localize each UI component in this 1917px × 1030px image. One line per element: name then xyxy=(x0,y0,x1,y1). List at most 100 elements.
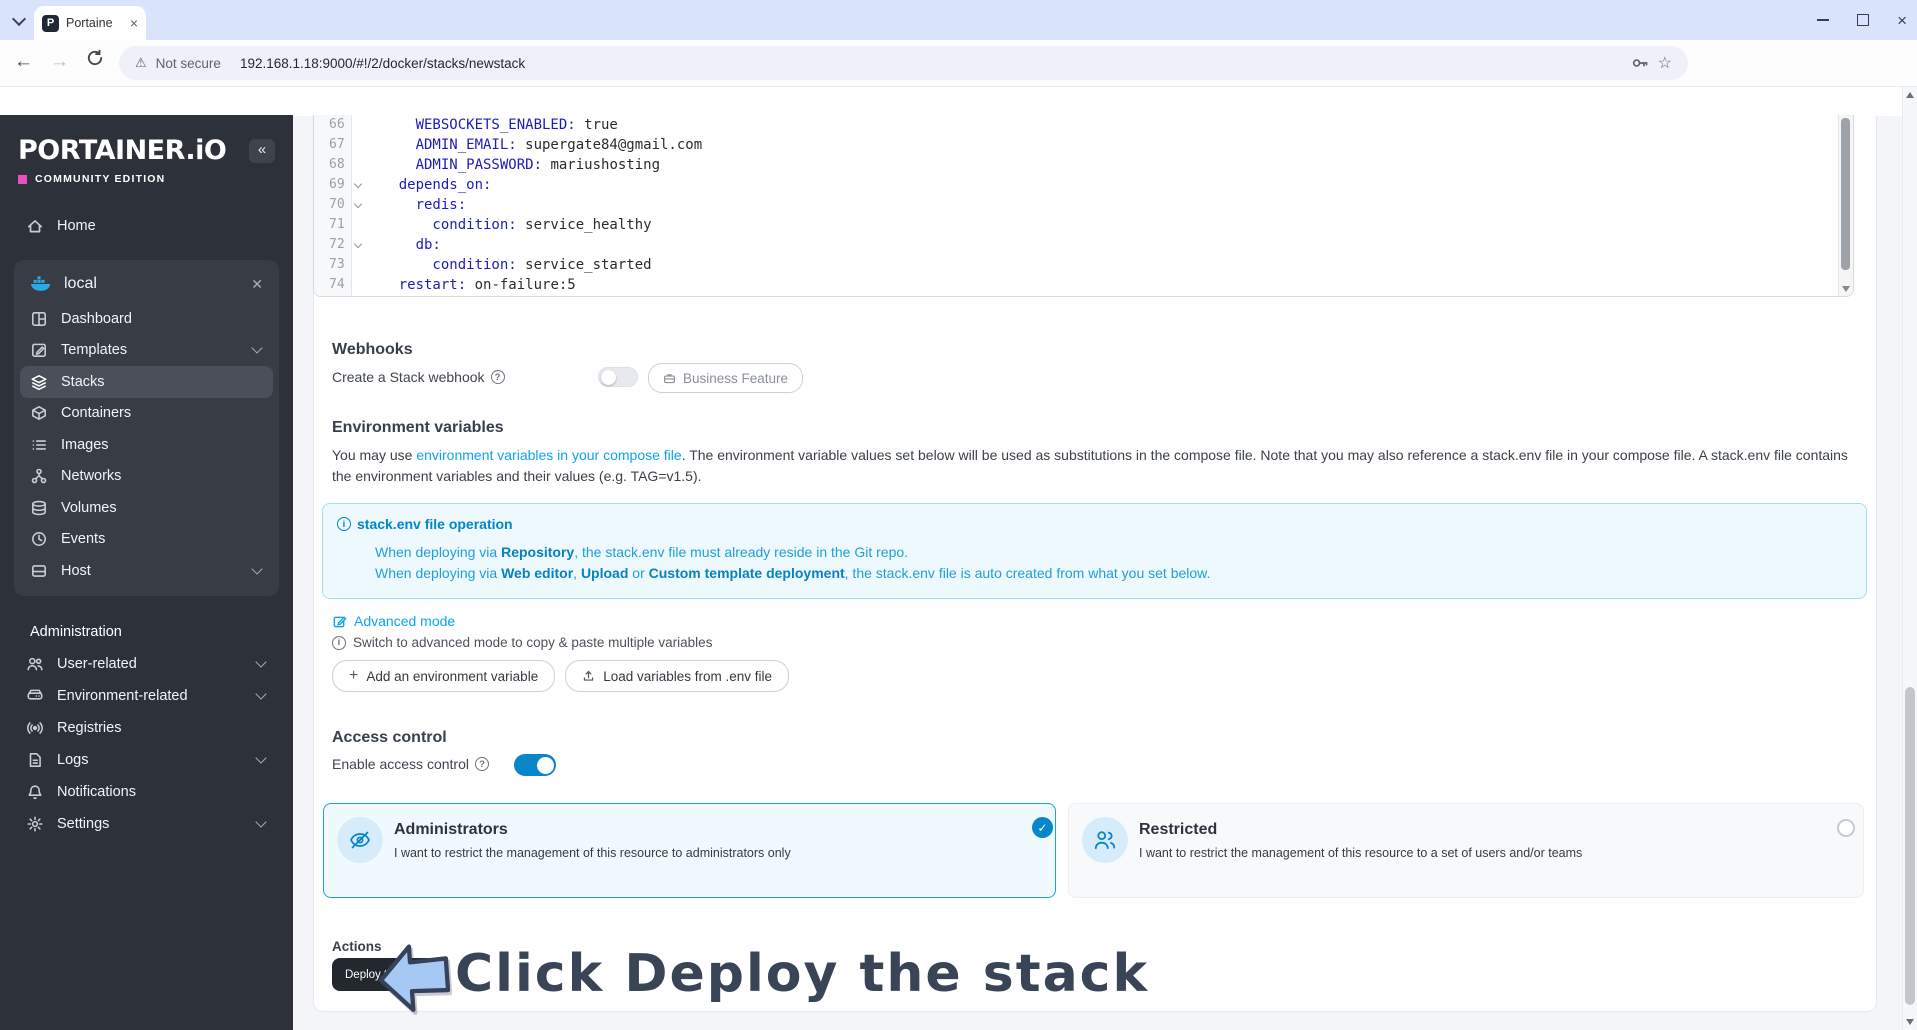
code-line: condition: service_healthy xyxy=(365,217,652,233)
radio-unselected-icon[interactable] xyxy=(1837,819,1855,837)
sidebar-item-user-related[interactable]: User-related xyxy=(14,648,279,680)
editor-scrollbar-thumb[interactable] xyxy=(1841,118,1850,270)
back-icon[interactable]: ← xyxy=(14,51,33,73)
code-line: WEBSOCKETS_ENABLED: true xyxy=(365,117,618,133)
sidebar-item-environment-related[interactable]: Environment-related xyxy=(14,680,279,712)
page-top-band xyxy=(0,87,1902,116)
page-scrollbar[interactable] xyxy=(1902,87,1917,1030)
portainer-logo: PORTAINER.iO xyxy=(18,135,227,166)
add-env-variable-button[interactable]: + Add an environment variable xyxy=(332,660,556,692)
sidebar-item-stacks[interactable]: Stacks xyxy=(20,366,273,398)
restricted-option-card[interactable]: Restricted I want to restrict the manage… xyxy=(1068,803,1864,898)
url-text: 192.168.1.18:9000/#!/2/docker/stacks/new… xyxy=(239,55,526,71)
briefcase-icon xyxy=(663,372,676,385)
code-line: depends_on: xyxy=(365,177,492,193)
window-maximize-icon[interactable] xyxy=(1857,14,1870,26)
networks-icon xyxy=(30,467,48,485)
compose-code-editor[interactable]: 66 WEBSOCKETS_ENABLED: true 67 ADMIN_EMA… xyxy=(313,115,1854,297)
stacks-icon xyxy=(30,373,48,391)
portainer-favicon: P xyxy=(42,14,59,32)
plus-icon: + xyxy=(349,666,359,684)
sidebar-item-logs[interactable]: Logs xyxy=(14,744,279,776)
webhook-toggle-label: Create a Stack webhook? xyxy=(332,369,505,385)
restricted-title: Restricted xyxy=(1139,821,1218,838)
compose-env-vars-link[interactable]: environment variables in your compose fi… xyxy=(416,447,681,463)
environment-close-icon[interactable]: ✕ xyxy=(251,276,263,293)
scroll-up-icon[interactable] xyxy=(1906,92,1914,98)
env-variables-description: You may use environment variables in you… xyxy=(332,447,1848,484)
window-minimize-icon[interactable] xyxy=(1817,19,1830,21)
sidebar-item-events[interactable]: Events xyxy=(20,524,273,556)
stack-env-info-box: i stack.env file operation When deployin… xyxy=(322,503,1867,599)
volumes-icon xyxy=(30,499,48,517)
users-group-icon xyxy=(1082,817,1128,863)
access-control-toggle[interactable] xyxy=(514,754,556,776)
tab-search-chevron-icon[interactable] xyxy=(10,11,28,30)
info-icon: i xyxy=(337,517,351,531)
administration-label: Administration xyxy=(30,623,122,640)
dashboard-icon xyxy=(30,310,48,328)
browser-tab[interactable]: P Portaine × xyxy=(34,6,146,40)
sidebar: PORTAINER.iO « COMMUNITY EDITION Home lo… xyxy=(0,115,293,1030)
business-feature-button[interactable]: Business Feature xyxy=(648,363,804,393)
sidebar-item-host[interactable]: Host xyxy=(20,555,273,587)
sidebar-item-dashboard[interactable]: Dashboard xyxy=(20,303,273,335)
scrollbar-thumb[interactable] xyxy=(1905,687,1915,1005)
help-icon[interactable]: ? xyxy=(474,757,489,771)
pencil-square-icon xyxy=(332,614,347,629)
edition-badge: COMMUNITY EDITION xyxy=(0,166,293,185)
forward-icon[interactable]: → xyxy=(50,51,69,73)
info-box-title: stack.env file operation xyxy=(357,516,513,532)
sidebar-item-volumes[interactable]: Volumes xyxy=(20,492,273,524)
sidebar-item-notifications[interactable]: Notifications xyxy=(14,776,279,808)
users-icon xyxy=(26,655,44,673)
sidebar-item-registries[interactable]: Registries xyxy=(14,712,279,744)
help-icon[interactable]: ? xyxy=(490,370,505,384)
editor-scrollbar[interactable] xyxy=(1838,115,1853,296)
annotation-arrow-left-icon xyxy=(378,938,450,1018)
browser-toolbar: ← → ⚠ Not secure 192.168.1.18:9000/#!/2/… xyxy=(0,40,1917,118)
host-server-icon xyxy=(30,562,48,580)
webhook-toggle[interactable] xyxy=(598,367,638,387)
advanced-mode-note: i Switch to advanced mode to copy & past… xyxy=(332,635,712,650)
sidebar-item-networks[interactable]: Networks xyxy=(20,461,273,493)
not-secure-warning-icon: ⚠ xyxy=(135,55,147,70)
images-icon xyxy=(30,436,48,454)
tab-close-icon[interactable]: × xyxy=(130,16,138,30)
window-close-icon[interactable]: × xyxy=(1897,12,1907,29)
sidebar-item-settings[interactable]: Settings xyxy=(14,808,279,840)
hard-drive-icon xyxy=(26,687,44,705)
advanced-mode-link[interactable]: Advanced mode xyxy=(332,613,455,629)
environment-header[interactable]: local ✕ xyxy=(20,265,273,303)
bookmark-star-icon[interactable]: ☆ xyxy=(1658,53,1672,73)
fold-chevron-icon[interactable] xyxy=(353,179,363,189)
scroll-down-icon[interactable] xyxy=(1906,1019,1914,1025)
fold-chevron-icon[interactable] xyxy=(353,239,363,249)
fold-chevron-icon[interactable] xyxy=(353,199,363,209)
password-key-icon[interactable] xyxy=(1631,54,1649,72)
env-variables-heading: Environment variables xyxy=(332,419,504,436)
administrators-option-card[interactable]: Administrators I want to restrict the ma… xyxy=(323,803,1056,898)
gear-icon xyxy=(26,815,44,833)
access-control-heading: Access control xyxy=(332,729,447,746)
enable-access-control-label: Enable access control? xyxy=(332,756,489,772)
load-env-file-button[interactable]: Load variables from .env file xyxy=(565,660,790,692)
sidebar-item-images[interactable]: Images xyxy=(20,429,273,461)
refresh-icon[interactable] xyxy=(86,49,104,67)
containers-icon xyxy=(30,404,48,422)
events-clock-icon xyxy=(30,530,48,548)
radio-signal-icon xyxy=(26,719,44,737)
annotation-caption: Click Deploy the stack xyxy=(455,944,1150,1004)
docker-whale-icon xyxy=(30,273,52,295)
editor-scroll-down-icon[interactable] xyxy=(1842,286,1850,292)
sidebar-item-home[interactable]: Home xyxy=(14,209,279,243)
sidebar-collapse-button[interactable]: « xyxy=(249,138,275,163)
tab-title: Portaine xyxy=(66,16,113,30)
url-bar[interactable]: ⚠ Not secure 192.168.1.18:9000/#!/2/dock… xyxy=(119,46,1688,80)
file-log-icon xyxy=(26,751,44,769)
administrators-title: Administrators xyxy=(394,821,508,838)
environment-name: local xyxy=(64,275,97,292)
sidebar-item-containers[interactable]: Containers xyxy=(20,398,273,430)
sidebar-item-templates[interactable]: Templates xyxy=(20,335,273,367)
eye-off-icon xyxy=(337,817,383,863)
